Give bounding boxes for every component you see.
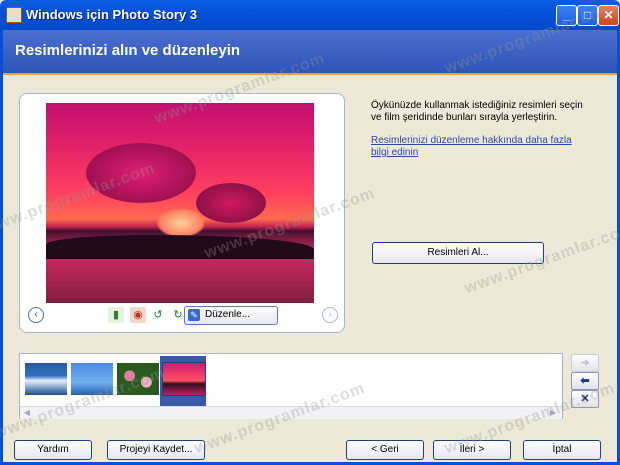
help-button[interactable]: Yardım bbox=[14, 440, 92, 460]
filmstrip-thumbnail-ocean-wave[interactable] bbox=[24, 362, 68, 396]
rotate-left-icon[interactable]: ↺ bbox=[150, 307, 166, 323]
levels-icon[interactable]: ▮ bbox=[108, 307, 124, 323]
edit-icon: ✎ bbox=[188, 309, 200, 321]
window-title: Windows için Photo Story 3 bbox=[26, 7, 198, 22]
preview-toolbar: ‹ ▮ ◉ ↺ ↻ ✎ Düzenle... › bbox=[28, 306, 338, 325]
edit-button[interactable]: ✎ Düzenle... bbox=[184, 306, 278, 325]
sun-shape bbox=[156, 208, 206, 238]
page-title: Resimlerinizi alın ve düzenleyin bbox=[15, 42, 241, 59]
edit-button-label: Düzenle... bbox=[205, 309, 251, 320]
instruction-text: Öykünüzde kullanmak istediğiniz resimler… bbox=[371, 100, 583, 123]
app-icon bbox=[6, 7, 22, 23]
cloud-shape bbox=[196, 183, 266, 223]
move-right-button[interactable]: ➜ bbox=[571, 354, 599, 372]
title-bar: Windows için Photo Story 3 _ □ ✕ bbox=[0, 0, 620, 30]
red-eye-icon[interactable]: ◉ bbox=[130, 307, 146, 323]
back-button[interactable]: < Geri bbox=[346, 440, 424, 460]
previous-picture-icon[interactable]: ‹ bbox=[28, 307, 44, 323]
cancel-button[interactable]: İptal bbox=[523, 440, 601, 460]
preview-image bbox=[46, 103, 314, 303]
filmstrip-thumbnail-sunset[interactable] bbox=[162, 362, 206, 396]
next-picture-icon[interactable]: › bbox=[322, 307, 338, 323]
save-project-button[interactable]: Projeyi Kaydet... bbox=[107, 440, 205, 460]
help-link[interactable]: Resimlerinizi düzenleme hakkında daha fa… bbox=[371, 135, 591, 159]
